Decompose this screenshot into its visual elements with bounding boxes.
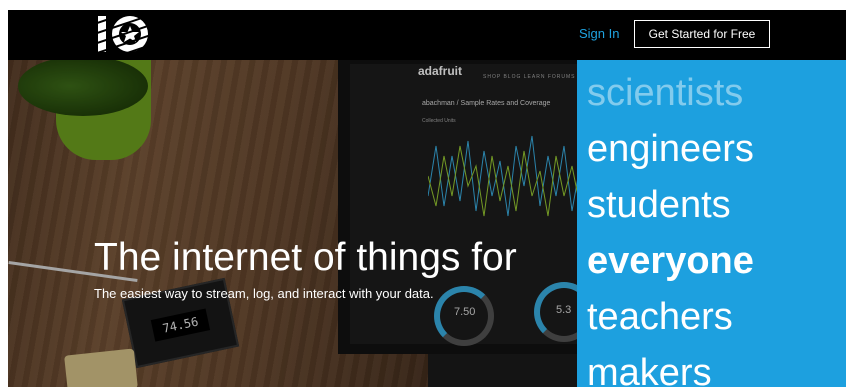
hero-section: adafruit SHOP BLOG LEARN FORUMS abachman… bbox=[8, 50, 846, 387]
rotating-words-panel: scientists engineers students everyone t… bbox=[577, 60, 846, 387]
word-everyone: everyone bbox=[587, 240, 754, 282]
page-frame: Sign In Get Started for Free adafruit SH… bbox=[8, 10, 846, 387]
top-nav-bar: Sign In Get Started for Free bbox=[8, 10, 846, 60]
sign-in-link[interactable]: Sign In bbox=[579, 26, 619, 41]
get-started-button[interactable]: Get Started for Free bbox=[634, 20, 770, 48]
io-logo-icon[interactable] bbox=[94, 12, 154, 56]
word-scientists: scientists bbox=[587, 72, 744, 114]
word-engineers: engineers bbox=[587, 128, 754, 170]
hero-subheadline: The easiest way to stream, log, and inte… bbox=[94, 286, 434, 301]
word-makers: makers bbox=[587, 352, 712, 387]
word-teachers: teachers bbox=[587, 296, 733, 338]
word-students: students bbox=[587, 184, 731, 226]
hero-headline: The internet of things for bbox=[94, 236, 517, 279]
